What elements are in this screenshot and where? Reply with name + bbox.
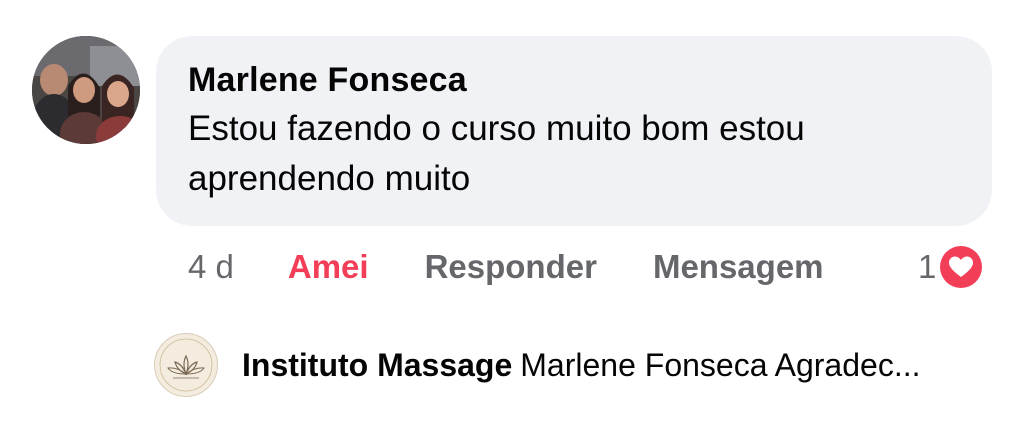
commenter-avatar[interactable] <box>32 36 140 144</box>
lotus-logo-icon <box>156 335 216 395</box>
reaction-count: 1 <box>918 248 937 285</box>
profile-photo-icon <box>32 36 140 144</box>
love-reaction-button[interactable]: Amei <box>288 248 369 286</box>
comment-author[interactable]: Marlene Fonseca <box>188 58 962 102</box>
comment-text: Estou fazendo o curso muito bom estou ap… <box>188 109 805 198</box>
reaction-summary[interactable]: 1 <box>918 244 983 290</box>
reply-text-line[interactable]: Instituto Massage Marlene Fonseca Agradec… <box>242 347 982 384</box>
comment-actions: 4 d Amei Responder Mensagem <box>188 244 824 290</box>
reply-preview-text: Marlene Fonseca Agradec... <box>520 346 921 383</box>
reply-button[interactable]: Responder <box>425 248 597 286</box>
reply-author[interactable]: Instituto Massage <box>242 347 512 383</box>
message-button[interactable]: Mensagem <box>653 248 824 286</box>
heart-icon <box>940 246 983 288</box>
comment-bubble: Marlene Fonseca Estou fazendo o curso mu… <box>156 36 992 226</box>
comment-timestamp[interactable]: 4 d <box>188 248 234 286</box>
reply-preview[interactable]: Instituto Massage Marlene Fonseca Agradec… <box>154 332 982 398</box>
reply-author-avatar[interactable] <box>154 333 218 397</box>
